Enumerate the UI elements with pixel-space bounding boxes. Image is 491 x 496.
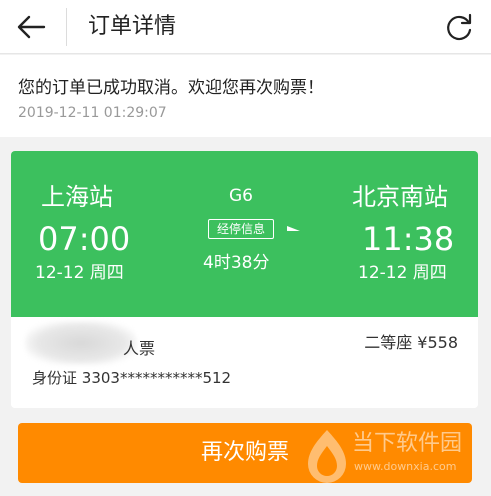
- passenger-panel: 人票 二等座 ¥558 身份证 3303***********512: [11, 317, 478, 408]
- id-label: 身份证: [32, 369, 78, 387]
- id-number: 3303***********512: [81, 369, 232, 387]
- arrival-station: 北京南站: [352, 183, 448, 211]
- passenger-id: 身份证 3303***********512: [32, 368, 231, 388]
- arrival-time: 11:38: [362, 220, 455, 258]
- passenger-ticket-type: 人票: [123, 339, 156, 358]
- refresh-icon[interactable]: [443, 11, 475, 43]
- blurred-passenger-name: [25, 321, 137, 365]
- header-divider: [66, 8, 67, 46]
- cancel-timestamp: 2019-12-11 01:29:07: [18, 105, 167, 121]
- cancel-message: 您的订单已成功取消。欢迎您再次购票！: [18, 78, 324, 98]
- train-number: G6: [229, 186, 253, 206]
- rebuy-ticket-button[interactable]: 再次购票: [18, 423, 472, 483]
- page-title: 订单详情: [88, 14, 177, 39]
- seat-class-price: 二等座 ¥558: [364, 333, 458, 352]
- departure-date: 12-12 周四: [35, 263, 124, 283]
- departure-station: 上海站: [41, 183, 113, 211]
- cancel-notice: 您的订单已成功取消。欢迎您再次购票！ 2019-12-11 01:29:07: [0, 55, 491, 137]
- departure-time: 07:00: [38, 220, 131, 258]
- header-bar: 订单详情: [0, 0, 491, 54]
- arrival-date: 12-12 周四: [358, 263, 447, 283]
- ticket-perforated-edge: [11, 406, 478, 412]
- trip-duration: 4时38分: [203, 253, 270, 273]
- back-arrow-icon[interactable]: [14, 10, 48, 44]
- ticket-card: 上海站 北京南站 07:00 11:38 12-12 周四 12-12 周四 G…: [11, 151, 478, 408]
- stops-info-button[interactable]: 经停信息: [208, 219, 274, 239]
- ticket-route-panel: 上海站 北京南站 07:00 11:38 12-12 周四 12-12 周四 G…: [11, 151, 478, 317]
